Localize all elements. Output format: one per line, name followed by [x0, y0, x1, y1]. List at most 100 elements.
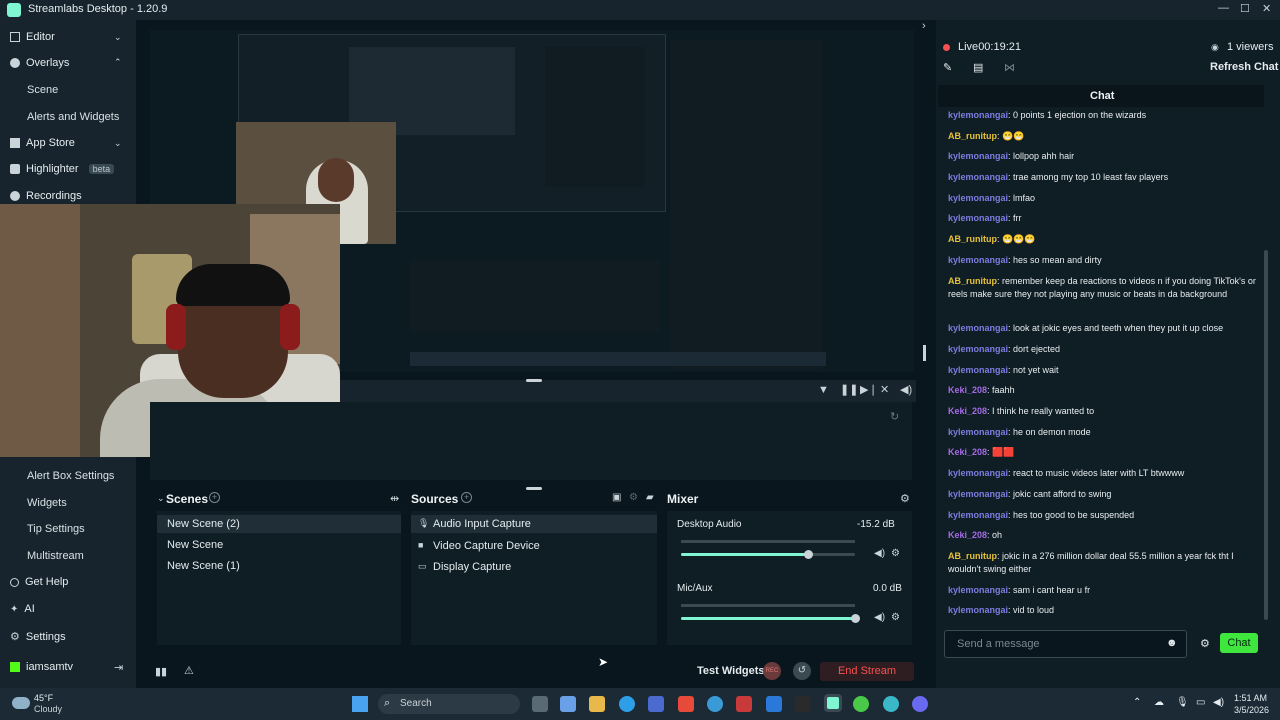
app-icon[interactable]: [883, 696, 899, 712]
store-icon[interactable]: [648, 696, 664, 712]
chat-username[interactable]: kylemonangai: [948, 605, 1008, 615]
chat-username[interactable]: kylemonangai: [948, 344, 1008, 354]
end-stream-button[interactable]: End Stream: [820, 662, 914, 681]
volume-slider-handle[interactable]: [851, 614, 860, 623]
source-settings-icon[interactable]: ⚙: [629, 492, 638, 503]
chat-username[interactable]: kylemonangai: [948, 510, 1008, 520]
clock-time[interactable]: 1:51 AM: [1234, 693, 1267, 703]
add-scene-icon[interactable]: +: [209, 492, 220, 503]
network-icon[interactable]: ▭: [1196, 697, 1205, 708]
alert-icon[interactable]: ⚠: [184, 664, 194, 677]
resize-handle[interactable]: [526, 379, 542, 382]
mixer-settings-icon[interactable]: ⚙: [900, 492, 910, 505]
microphone-icon[interactable]: 🎙: [1176, 697, 1189, 708]
refresh-chat-button[interactable]: Refresh Chat: [1210, 61, 1278, 73]
chat-username[interactable]: Keki_208: [948, 385, 987, 395]
replay-buffer-icon[interactable]: ↺: [793, 662, 811, 680]
source-properties-icon[interactable]: ▣: [612, 492, 621, 503]
gear-icon[interactable]: ⚙: [891, 548, 900, 559]
chat-username[interactable]: Keki_208: [948, 406, 987, 416]
task-view-icon[interactable]: [532, 696, 548, 712]
briefcase-icon[interactable]: ▤: [973, 61, 983, 74]
refresh-icon[interactable]: ↻: [890, 410, 899, 423]
minimize-button[interactable]: —: [1218, 2, 1229, 14]
sidebar-item-app-store[interactable]: App Store: [10, 137, 75, 149]
filter-icon[interactable]: ▼: [818, 384, 829, 396]
add-source-icon[interactable]: +: [461, 492, 472, 503]
edit-icon[interactable]: ✎: [943, 61, 952, 74]
resize-handle[interactable]: [923, 345, 926, 361]
chevron-right-icon[interactable]: ›: [922, 20, 926, 32]
chat-username[interactable]: AB_runitup: [948, 131, 997, 141]
share-icon[interactable]: ⋈: [1004, 61, 1015, 74]
chat-username[interactable]: AB_runitup: [948, 234, 997, 244]
stats-icon[interactable]: ▮▮: [155, 665, 167, 678]
emoji-icon[interactable]: ☻: [1166, 637, 1178, 649]
chrome-icon[interactable]: [707, 696, 723, 712]
chevron-up-icon[interactable]: ⌃: [114, 57, 122, 68]
chat-username[interactable]: kylemonangai: [948, 468, 1008, 478]
chat-username[interactable]: kylemonangai: [948, 323, 1008, 333]
sidebar-item-settings[interactable]: ⚙ Settings: [10, 630, 66, 644]
sidebar-item-overlays[interactable]: Overlays: [10, 57, 69, 69]
chat-username[interactable]: AB_runitup: [948, 551, 997, 561]
sidebar-item-widgets[interactable]: Widgets: [27, 497, 67, 509]
send-chat-button[interactable]: Chat: [1220, 633, 1258, 653]
sidebar-item-multistream[interactable]: Multistream: [27, 550, 84, 562]
volume-icon[interactable]: ◀): [1213, 697, 1224, 708]
edge-icon[interactable]: [619, 696, 635, 712]
resize-handle[interactable]: [526, 487, 542, 490]
chat-input[interactable]: Send a message ☻: [944, 630, 1187, 658]
source-item[interactable]: ■ Video Capture Device: [411, 537, 657, 555]
rec-button[interactable]: REC: [763, 662, 781, 680]
chat-username[interactable]: kylemonangai: [948, 193, 1008, 203]
discord-icon[interactable]: [912, 696, 928, 712]
chat-username[interactable]: kylemonangai: [948, 151, 1008, 161]
app-icon[interactable]: [678, 696, 694, 712]
mail-icon[interactable]: [766, 696, 782, 712]
logout-icon[interactable]: ⇥: [114, 661, 123, 674]
mute-alerts-icon[interactable]: ✕: [880, 383, 889, 396]
chat-username[interactable]: AB_runitup: [948, 276, 997, 286]
chat-settings-icon[interactable]: ⚙: [1200, 637, 1210, 650]
chat-username[interactable]: Keki_208: [948, 447, 987, 457]
scene-item[interactable]: New Scene (1): [167, 560, 240, 572]
copilot-icon[interactable]: [560, 696, 576, 712]
chat-scrollbar[interactable]: [1264, 250, 1268, 620]
mcafee-icon[interactable]: [736, 696, 752, 712]
file-explorer-icon[interactable]: [589, 696, 605, 712]
volume-icon[interactable]: ◀): [874, 548, 885, 559]
onedrive-icon[interactable]: ☁: [1154, 697, 1164, 708]
pause-icon[interactable]: ❚❚: [840, 383, 858, 396]
maximize-button[interactable]: ☐: [1240, 2, 1250, 15]
xbox-icon[interactable]: [853, 696, 869, 712]
chevron-down-icon[interactable]: ⌄: [114, 138, 122, 149]
scene-item-selected[interactable]: New Scene (2): [157, 515, 401, 533]
chat-username[interactable]: kylemonangai: [948, 585, 1008, 595]
volume-slider[interactable]: [681, 550, 855, 559]
sidebar-item-tip-settings[interactable]: Tip Settings: [27, 523, 85, 535]
sidebar-item-get-help[interactable]: Get Help: [10, 576, 68, 588]
skip-icon[interactable]: ▶❘: [860, 383, 878, 396]
chat-username[interactable]: kylemonangai: [948, 172, 1008, 182]
sidebar-user[interactable]: iamsamtv: [10, 661, 73, 673]
chat-username[interactable]: kylemonangai: [948, 489, 1008, 499]
volume-icon[interactable]: ◀): [874, 612, 885, 623]
volume-slider[interactable]: [681, 614, 860, 623]
test-widgets-button[interactable]: Test Widgets: [697, 665, 765, 677]
sidebar-item-editor[interactable]: Editor: [10, 31, 55, 43]
epic-games-icon[interactable]: [795, 696, 811, 712]
collapse-icon[interactable]: ⌄: [157, 493, 165, 504]
sidebar-item-alerts-widgets[interactable]: Alerts and Widgets: [27, 111, 119, 123]
tray-overflow-icon[interactable]: ⌃: [1133, 697, 1141, 708]
chat-tab[interactable]: Chat: [1090, 90, 1114, 102]
chat-username[interactable]: Keki_208: [948, 530, 987, 540]
chat-username[interactable]: kylemonangai: [948, 427, 1008, 437]
volume-slider-handle[interactable]: [804, 550, 814, 559]
close-button[interactable]: ✕: [1262, 2, 1271, 15]
sidebar-item-scene[interactable]: Scene: [27, 84, 58, 96]
volume-icon[interactable]: ◀): [900, 383, 912, 396]
gear-icon[interactable]: ⚙: [891, 612, 900, 623]
folder-icon[interactable]: ▰: [646, 492, 654, 503]
sidebar-item-alert-box-settings[interactable]: Alert Box Settings: [27, 470, 114, 482]
